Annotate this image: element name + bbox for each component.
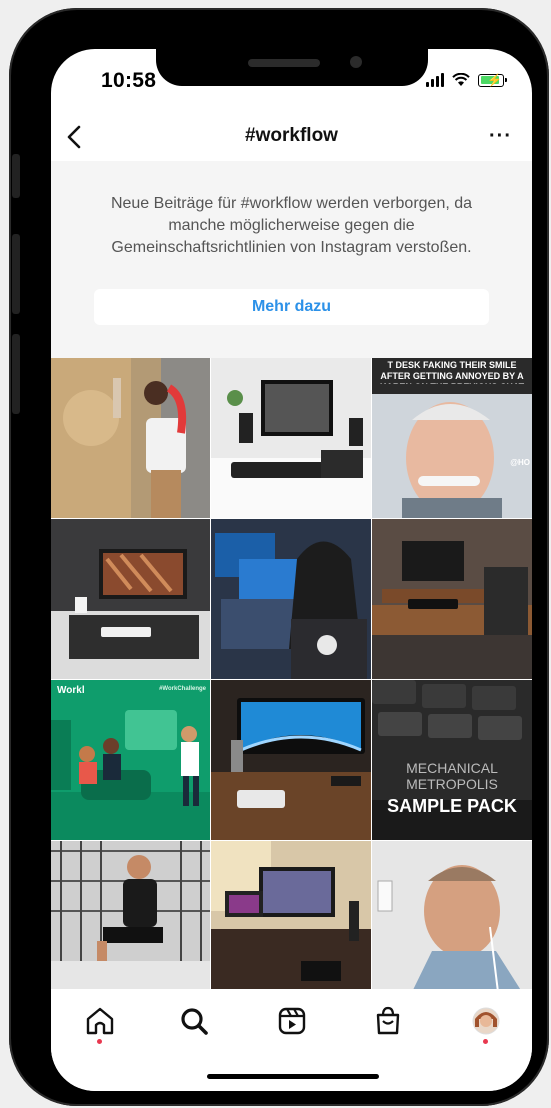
page-title: #workflow [245, 125, 338, 146]
meme-caption: T DESK FAKING THEIR SMILE AFTER GETTING … [380, 360, 524, 384]
signal-icon [426, 73, 444, 87]
post-thumbnail[interactable] [51, 358, 210, 518]
post-thumbnail[interactable]: MECHANICAL METROPOLIS SAMPLE PACK [372, 680, 532, 840]
post-thumbnail[interactable] [211, 519, 371, 679]
home-indicator [207, 1074, 379, 1079]
profile-avatar [472, 1007, 500, 1035]
more-options-icon[interactable]: ··· [489, 125, 512, 148]
front-camera [350, 56, 362, 68]
post-thumbnail[interactable] [51, 519, 210, 679]
profile-notification-dot [483, 1039, 488, 1044]
sample-pack-line2: METROPOLIS [406, 776, 498, 792]
reels-icon [278, 1007, 306, 1035]
post-thumbnail[interactable] [372, 519, 532, 679]
phone-frame: 10:58 ⚡ #workflow ··· Neue Beiträge für … [9, 8, 549, 1106]
search-icon [181, 1008, 208, 1035]
sample-pack-line3: SAMPLE PACK [387, 796, 517, 816]
post-thumbnail[interactable] [211, 358, 371, 518]
notch [156, 49, 428, 86]
top-nav: #workflow ··· [51, 113, 532, 162]
post-grid: T DESK FAKING THEIR SMILE AFTER GETTING … [51, 358, 532, 992]
post-thumbnail[interactable]: T DESK FAKING THEIR SMILE AFTER GETTING … [372, 358, 532, 518]
shop-icon [376, 1006, 400, 1035]
tab-reels[interactable] [275, 1005, 309, 1045]
post-thumbnail[interactable] [51, 841, 210, 992]
status-icons: ⚡ [426, 73, 507, 87]
post-thumbnail[interactable] [372, 841, 532, 992]
mute-switch [12, 154, 20, 198]
hidden-posts-notice: Neue Beiträge für #workflow werden verbo… [51, 161, 532, 358]
tab-shop[interactable] [371, 1005, 405, 1045]
sample-pack-line1: MECHANICAL [406, 760, 498, 776]
speaker [248, 59, 320, 67]
screen: 10:58 ⚡ #workflow ··· Neue Beiträge für … [51, 49, 532, 1091]
tab-search[interactable] [177, 1005, 211, 1045]
brand-label: Workl [57, 685, 85, 696]
post-thumbnail[interactable]: Workl #WorkChallenge [51, 680, 210, 840]
home-icon [86, 1007, 114, 1035]
tab-home[interactable] [83, 1005, 117, 1045]
volume-up-button [12, 234, 20, 314]
bottom-tab-bar [51, 989, 532, 1091]
wifi-icon [452, 73, 470, 86]
post-thumbnail[interactable] [211, 680, 371, 840]
tab-profile[interactable] [469, 1005, 503, 1045]
volume-down-button [12, 334, 20, 414]
status-time: 10:58 [101, 69, 157, 92]
post-thumbnail[interactable] [211, 841, 371, 992]
battery-charging-icon: ⚡ [478, 73, 507, 87]
notice-message: Neue Beiträge für #workflow werden verbo… [110, 195, 473, 256]
home-notification-dot [97, 1039, 102, 1044]
brand-tag: #WorkChallenge [159, 686, 206, 692]
meme-handle: @HO [510, 458, 530, 467]
learn-more-button[interactable]: Mehr dazu [94, 289, 489, 325]
